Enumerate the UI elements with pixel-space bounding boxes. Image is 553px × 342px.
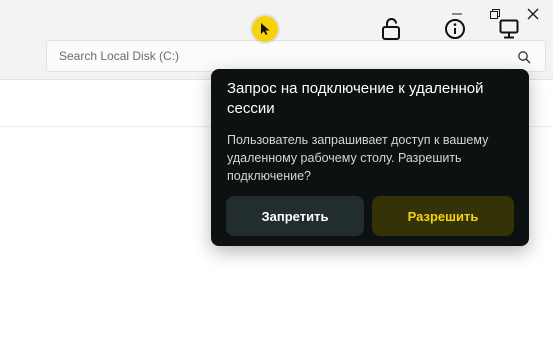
- unlock-icon: [382, 18, 400, 40]
- search-input[interactable]: Search Local Disk (C:): [59, 49, 179, 63]
- popup-title: Запрос на подключение к удаленной сессии: [227, 80, 484, 117]
- display-button[interactable]: [492, 12, 526, 46]
- lock-button[interactable]: [374, 12, 408, 46]
- info-icon: [445, 19, 465, 39]
- cursor-badge: [252, 16, 278, 42]
- monitor-icon: [499, 19, 519, 39]
- cursor-control-button[interactable]: [248, 12, 282, 46]
- allow-button[interactable]: Разрешить: [372, 196, 514, 236]
- cursor-arrow-icon: [261, 23, 270, 35]
- deny-button[interactable]: Запретить: [226, 196, 364, 236]
- info-button[interactable]: [438, 12, 472, 46]
- connection-request-popup: Запрос на подключение к удаленной сессии…: [211, 69, 529, 246]
- screen: Search Local Disk (C:) Запрос на подключ…: [0, 0, 553, 342]
- remote-session-toolbar: [236, 6, 553, 56]
- popup-message: Пользователь запрашивает доступ к вашему…: [227, 133, 489, 183]
